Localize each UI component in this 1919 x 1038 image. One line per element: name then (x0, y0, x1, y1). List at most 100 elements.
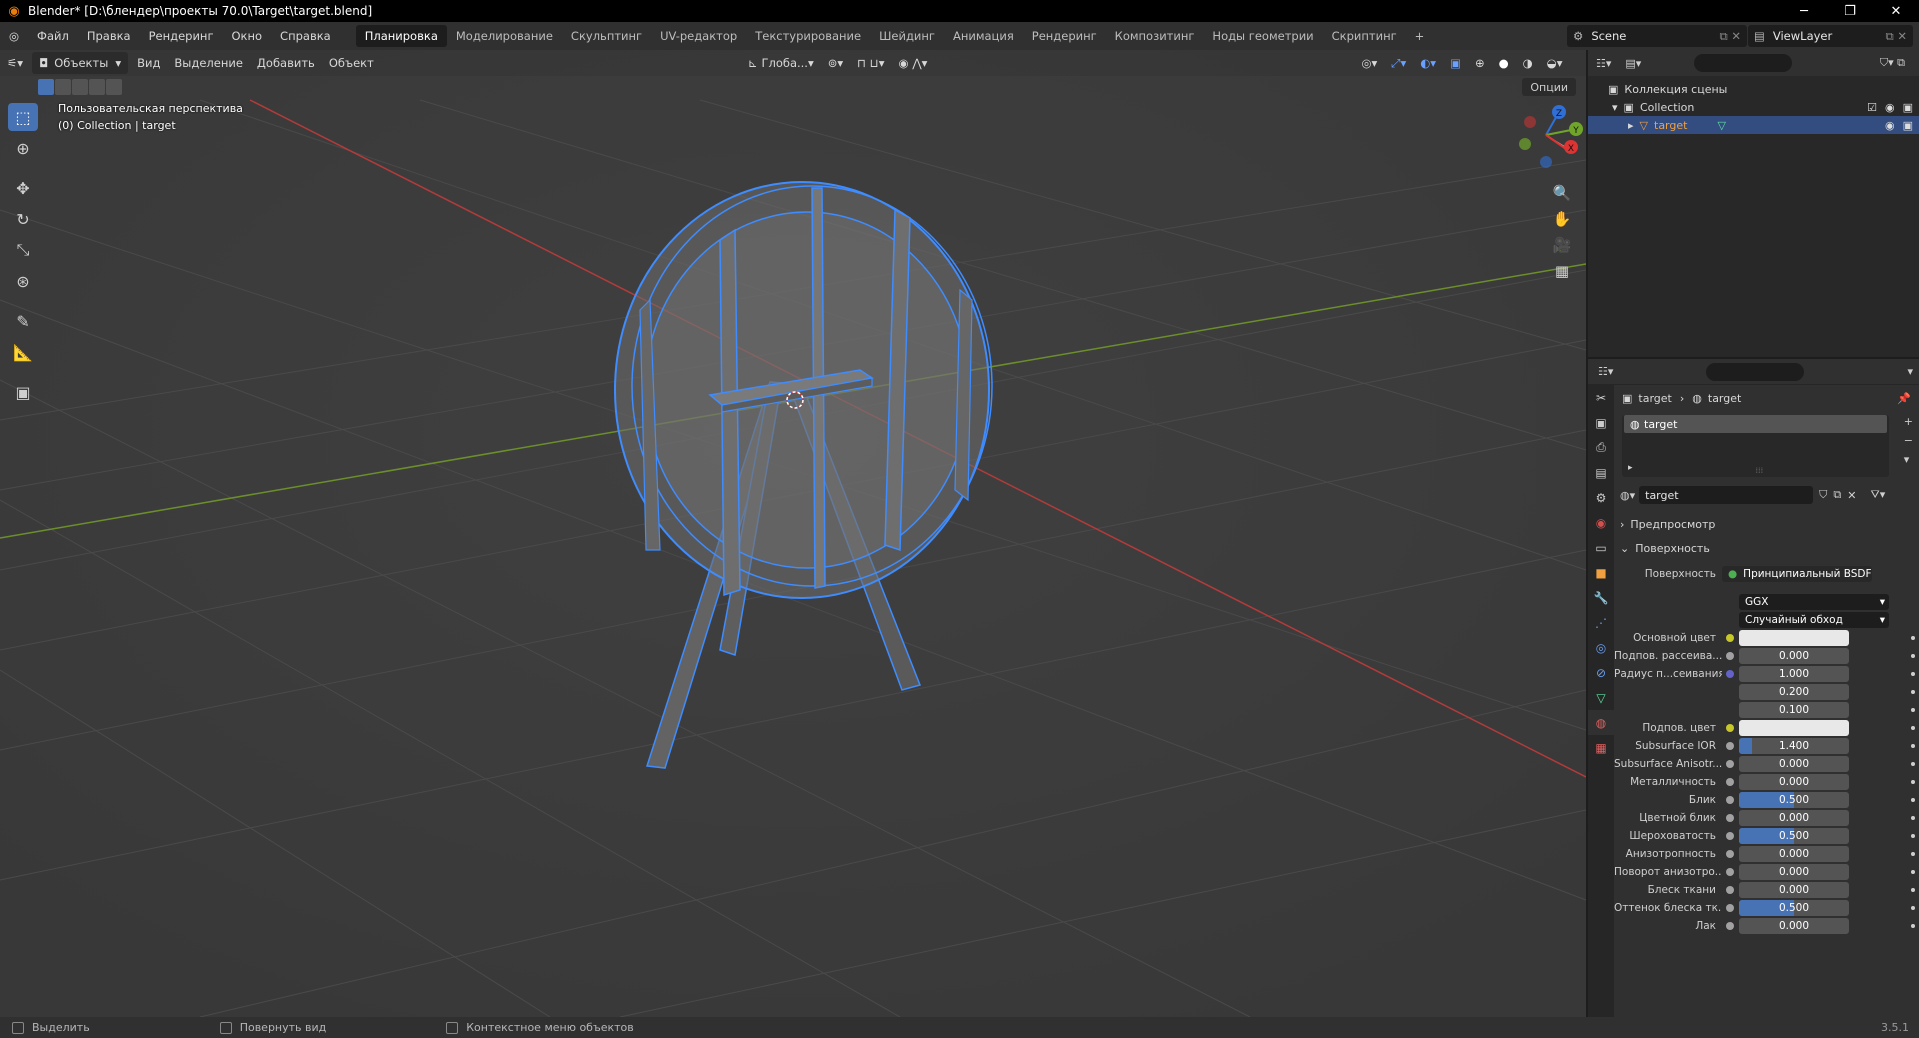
keyframe-dot-icon[interactable] (1911, 762, 1915, 766)
keyframe-dot-icon[interactable] (1911, 852, 1915, 856)
transform-orientation-dropdown[interactable]: ⊾ Глоба... ▾ (741, 52, 821, 74)
tool-tab-icon[interactable]: ✂ (1588, 385, 1614, 410)
material-name-field[interactable]: target (1639, 486, 1814, 504)
material-slot-item[interactable]: ◍ target (1624, 415, 1887, 433)
slot-menu-button[interactable]: ▾ (1904, 453, 1913, 466)
eye-icon[interactable]: ◉ (1885, 101, 1895, 114)
number-field[interactable]: 0.500 (1739, 792, 1849, 808)
number-field[interactable]: 0.500 (1739, 900, 1849, 916)
unlink-material-icon[interactable]: ✕ (1847, 489, 1856, 502)
viewport-scene[interactable]: Z Y X (0, 50, 1586, 1017)
scene-tab-icon[interactable]: ⚙ (1588, 485, 1614, 510)
xray-toggle-icon[interactable]: ▣ (1443, 52, 1468, 74)
duplicate-material-icon[interactable]: ⧉ (1833, 488, 1841, 502)
select-invert-icon[interactable] (89, 79, 105, 95)
particles-tab-icon[interactable]: ⋰ (1588, 610, 1614, 635)
keyframe-dot-icon[interactable] (1911, 888, 1915, 892)
socket-dot-icon[interactable] (1726, 796, 1734, 804)
render-tab-icon[interactable]: ▣ (1588, 410, 1614, 435)
keyframe-dot-icon[interactable] (1911, 906, 1915, 910)
keyframe-dot-icon[interactable] (1911, 672, 1915, 676)
texture-tab-icon[interactable]: ▦ (1588, 735, 1614, 760)
shading-wireframe-icon[interactable]: ⊕ (1468, 52, 1492, 74)
display-mode-icon[interactable]: ▤▾ (1625, 57, 1641, 70)
camera-view-icon[interactable]: 🎥 (1548, 232, 1576, 258)
select-box-tool-icon[interactable]: ⬚ (8, 103, 38, 131)
keyframe-dot-icon[interactable] (1911, 744, 1915, 748)
select-new-icon[interactable] (38, 79, 54, 95)
snap-icon[interactable]: ⊓ ⊔▾ (850, 52, 891, 74)
tab-layout[interactable]: Планировка (355, 25, 447, 47)
menu-view[interactable]: Вид (130, 52, 167, 74)
select-subtract-icon[interactable] (72, 79, 88, 95)
surface-panel-header[interactable]: ⌄ Поверхность (1614, 537, 1919, 559)
camera-icon[interactable]: ▣ (1903, 101, 1913, 114)
expand-icon[interactable]: ▾ (1612, 101, 1618, 114)
tab-texture-paint[interactable]: Текстурирование (746, 25, 870, 47)
collection-tab-icon[interactable]: ▭ (1588, 535, 1614, 560)
editor-type-icon[interactable]: ⚟▾ (0, 52, 30, 74)
gizmo-toggle-icon[interactable]: ⤢▾ (1384, 52, 1413, 74)
outliner[interactable]: ☷▾ ▤▾ ⛉▾ ⧉ ▣ Коллекция сцены ▾ ▣ Collect… (1588, 50, 1919, 357)
keyframe-dot-icon[interactable] (1911, 780, 1915, 784)
number-field[interactable]: 0.200 (1739, 684, 1849, 700)
socket-dot-icon[interactable] (1726, 886, 1734, 894)
eye-icon[interactable]: ◉ (1885, 119, 1895, 132)
number-field[interactable]: 0.000 (1739, 864, 1849, 880)
filter-icon[interactable]: ⛉▾ ⧉ (1880, 56, 1905, 70)
socket-dot-icon[interactable] (1726, 922, 1734, 930)
outliner-editor-icon[interactable]: ☷▾ (1596, 57, 1611, 70)
add-slot-button[interactable]: + (1904, 415, 1913, 428)
properties-editor[interactable]: ☷▾ ▾ ✂ ▣ ⎙ ▤ ⚙ ◉ ▭ ■ 🔧 ⋰ ◎ ⊘ ▽ ◍ ▦ ▣ tar… (1588, 359, 1919, 1017)
tab-sculpting[interactable]: Скульптинг (562, 25, 651, 47)
outliner-collection[interactable]: ▾ ▣ Collection ☑ ◉ ▣ (1588, 98, 1919, 116)
tab-compositing[interactable]: Композитинг (1106, 25, 1204, 47)
tab-scripting[interactable]: Скриптинг (1323, 25, 1406, 47)
ortho-grid-icon[interactable]: ▦ (1548, 258, 1576, 284)
keyframe-dot-icon[interactable] (1911, 690, 1915, 694)
number-field[interactable]: 1.400 (1739, 738, 1849, 754)
browse-material-icon[interactable]: ◍▾ (1620, 489, 1635, 502)
subsurface-method-dropdown[interactable]: Случайный обход ▾ (1739, 612, 1889, 628)
keyframe-dot-icon[interactable] (1911, 636, 1915, 640)
physics-tab-icon[interactable]: ◎ (1588, 635, 1614, 660)
tab-modeling[interactable]: Моделирование (447, 25, 562, 47)
rotate-tool-icon[interactable]: ↻ (8, 205, 38, 233)
socket-dot-icon[interactable] (1726, 652, 1734, 660)
output-tab-icon[interactable]: ⎙ (1588, 435, 1614, 460)
shading-material-icon[interactable]: ◑ (1516, 52, 1540, 74)
menu-edit[interactable]: Правка (78, 22, 140, 50)
scene-selector[interactable]: ⚙ Scene ⧉ ✕ (1567, 25, 1747, 47)
color-field[interactable] (1739, 630, 1849, 646)
number-field[interactable]: 0.000 (1739, 648, 1849, 664)
socket-dot-icon[interactable] (1726, 670, 1734, 678)
socket-dot-icon[interactable] (1726, 832, 1734, 840)
socket-dot-icon[interactable] (1726, 850, 1734, 858)
transform-tool-icon[interactable]: ⊛ (8, 267, 38, 295)
zoom-icon[interactable]: 🔍 (1548, 180, 1576, 206)
add-cube-tool-icon[interactable]: ▣ (8, 378, 38, 406)
tab-shading[interactable]: Шейдинг (870, 25, 944, 47)
3d-viewport[interactable]: Z Y X ⚟▾ ◘ Объекты ▾ Вид Выделение Добав… (0, 50, 1586, 1017)
keyframe-dot-icon[interactable] (1911, 798, 1915, 802)
keyframe-dot-icon[interactable] (1911, 816, 1915, 820)
object-tab-icon[interactable]: ■ (1588, 560, 1614, 585)
expand-icon[interactable]: ▸ (1628, 463, 1633, 473)
socket-dot-icon[interactable] (1726, 904, 1734, 912)
proportional-edit-icon[interactable]: ◉ ⋀▾ (892, 52, 935, 74)
select-intersect-icon[interactable] (106, 79, 122, 95)
properties-editor-icon[interactable]: ☷▾ (1598, 365, 1613, 378)
options-button[interactable]: Опции (1522, 78, 1576, 96)
camera-icon[interactable]: ▣ (1903, 119, 1913, 132)
number-field[interactable]: 0.000 (1739, 846, 1849, 862)
remove-slot-button[interactable]: − (1904, 434, 1913, 447)
overlay-toggle-icon[interactable]: ◐▾ (1413, 52, 1443, 74)
keyframe-dot-icon[interactable] (1911, 924, 1915, 928)
link-icon[interactable]: ⛛▾ (1870, 488, 1885, 502)
menu-file[interactable]: Файл (28, 22, 78, 50)
measure-tool-icon[interactable]: 📐 (8, 338, 38, 366)
menu-select[interactable]: Выделение (167, 52, 250, 74)
menu-object[interactable]: Объект (322, 52, 381, 74)
tab-rendering[interactable]: Рендеринг (1023, 25, 1106, 47)
socket-dot-icon[interactable] (1726, 760, 1734, 768)
